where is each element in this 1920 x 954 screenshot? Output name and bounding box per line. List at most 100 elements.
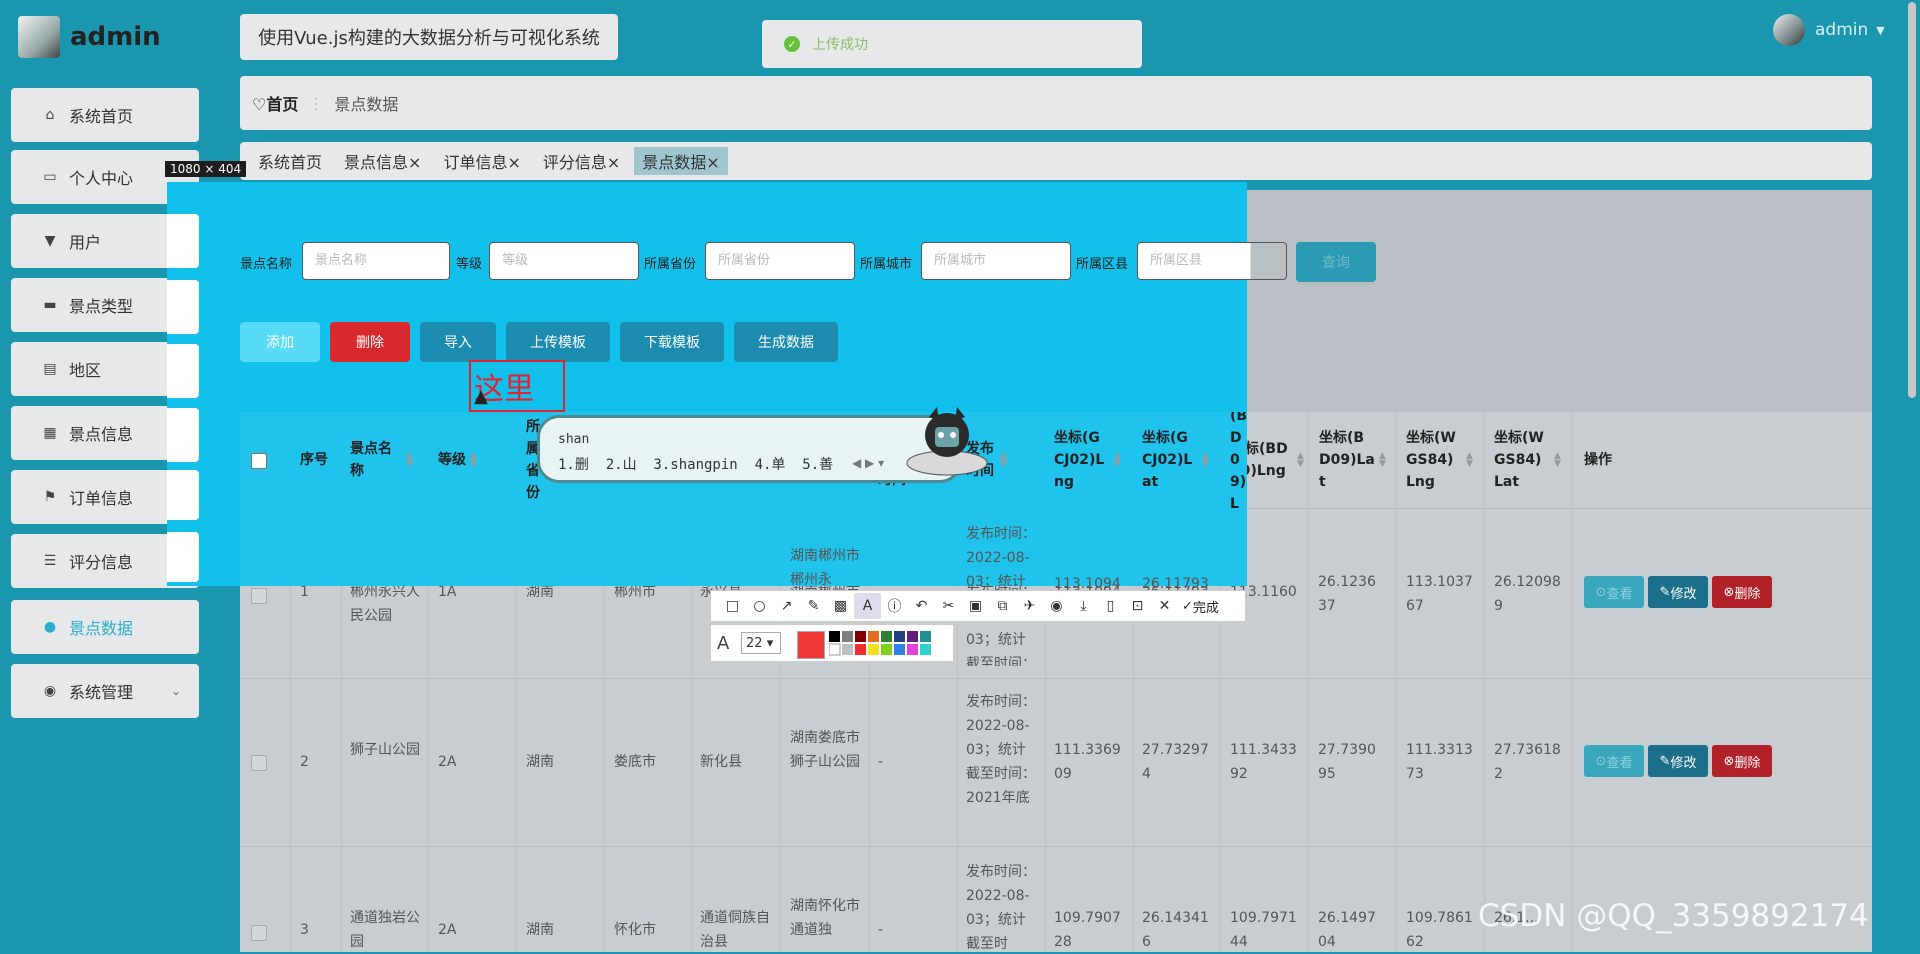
cell-wgs-lng: 113.103767 xyxy=(1406,574,1473,614)
row-checkbox[interactable] xyxy=(251,588,267,604)
cell-name: 郴州永兴人民公园 xyxy=(350,584,420,624)
delete-row-button[interactable]: ⊗ 删除 xyxy=(1712,745,1772,777)
delete-button[interactable]: 删除 xyxy=(330,322,410,362)
current-color-swatch[interactable] xyxy=(797,631,825,659)
text-tool-icon[interactable]: A xyxy=(854,593,881,619)
app-title: 使用Vue.js构建的大数据分析与可视化系统 xyxy=(240,14,618,60)
user-menu[interactable]: admin ▼ xyxy=(1773,14,1885,46)
undo-icon[interactable]: ↶ xyxy=(908,593,935,619)
view-button[interactable]: ⊙ 查看 xyxy=(1584,576,1644,608)
header-gcj-lng-captured[interactable]: 坐标(GCJ02)Lng ▲ ▼ xyxy=(1054,412,1134,508)
view-icon: ⊙ xyxy=(1595,753,1607,769)
row-checkbox[interactable] xyxy=(251,755,267,771)
generate-data-button[interactable]: 生成数据 xyxy=(734,322,838,362)
download-template-button[interactable]: 下载模板 xyxy=(620,322,724,362)
search-city-input[interactable]: 所属城市 xyxy=(921,242,1071,280)
sort-icon[interactable]: ▲▼ xyxy=(1466,452,1473,469)
header-level[interactable]: 等级 ▲ ▼ xyxy=(438,412,518,508)
info-icon[interactable]: ⓘ xyxy=(881,593,908,619)
row-divider xyxy=(240,678,1872,679)
search-name-input[interactable]: 景点名称 xyxy=(302,242,450,280)
record-icon[interactable]: ◉ xyxy=(1043,593,1070,619)
ocr-icon[interactable]: ▣ xyxy=(962,593,989,619)
translate-icon[interactable]: ⧉ xyxy=(989,593,1016,619)
phone-icon[interactable]: ▯ xyxy=(1097,593,1124,619)
success-toast: ✓ 上传成功 xyxy=(762,20,1142,68)
edit-button[interactable]: ✎ 修改 xyxy=(1648,576,1708,608)
tab-ratings[interactable]: 评分信息× xyxy=(543,149,620,173)
sort-icon[interactable]: ▲▼ xyxy=(1202,452,1209,469)
document-icon: ▤ xyxy=(43,361,57,377)
tab-home[interactable]: 系统首页 xyxy=(258,149,322,173)
search-county-input[interactable]: 所属区县 xyxy=(1137,242,1287,280)
sort-icon[interactable]: ▲▼ xyxy=(1000,452,1007,469)
font-size-select[interactable]: 22 ▾ xyxy=(741,632,781,654)
pen-icon[interactable]: ✎ xyxy=(800,593,827,619)
edit-button[interactable]: ✎ 修改 xyxy=(1648,745,1708,777)
sort-icon[interactable]: ▲▼ xyxy=(1554,452,1561,469)
cell-bd-lng: 111.343392 xyxy=(1230,742,1297,782)
capture-size-label: 1080 × 404 xyxy=(165,161,247,177)
upload-template-button[interactable]: 上传模板 xyxy=(506,322,610,362)
mosaic-icon[interactable]: ▩ xyxy=(827,593,854,619)
sort-icon[interactable]: ▲▼ xyxy=(1379,452,1386,469)
sort-icon[interactable]: ▲▼ xyxy=(1297,452,1304,469)
cell-gcj-lng: 109.790728 xyxy=(1054,910,1121,950)
ime-candidates[interactable]: 1.删 2.山 3.shangpin 4.单 5.善 xyxy=(558,454,833,474)
header-gcj-lat-captured[interactable]: 坐标(GCJ02)Lat ▲ ▼ xyxy=(1142,412,1222,508)
header-bd-lat[interactable]: 坐标(BD09)Lat ▲ ▼ xyxy=(1319,412,1395,508)
pin-icon[interactable]: ✈ xyxy=(1016,593,1043,619)
heart-icon: ♡ xyxy=(252,95,267,114)
select-all-checkbox[interactable] xyxy=(251,453,267,469)
col-divider xyxy=(1484,412,1485,952)
cell-level: 2A xyxy=(438,754,457,770)
row-checkbox[interactable] xyxy=(251,925,267,941)
tab-orders[interactable]: 订单信息× xyxy=(443,149,520,173)
rectangle-icon[interactable]: □ xyxy=(719,593,746,619)
view-button[interactable]: ⊙ 查看 xyxy=(1584,745,1644,777)
cell-pubtime: 发布时间：2022-08-03；统计截至时 xyxy=(966,864,1036,952)
sort-icon[interactable]: ▲▼ xyxy=(406,452,413,469)
cell-city: 娄底市 xyxy=(614,754,656,770)
tab-spot-data[interactable]: 景点数据× xyxy=(634,147,728,175)
close-icon[interactable]: ✕ xyxy=(1151,593,1178,619)
cell-gcj-lat: 27.732974 xyxy=(1142,742,1209,782)
sidebar-item-system[interactable]: ◉ 系统管理 ⌄ xyxy=(11,664,199,718)
arrow-icon[interactable]: ↗ xyxy=(773,593,800,619)
color-palette[interactable] xyxy=(829,631,949,657)
delete-row-button[interactable]: ⊗ 删除 xyxy=(1712,576,1772,608)
query-button[interactable]: 查询 xyxy=(1296,242,1376,282)
profile-card-icon: ▭ xyxy=(43,169,57,185)
header-name[interactable]: 景点名称 ▲ ▼ xyxy=(350,412,430,508)
sort-icon[interactable]: ▲▼ xyxy=(1114,452,1121,469)
scrollbar-thumb[interactable] xyxy=(1908,2,1916,398)
done-button[interactable]: ✓ 完成 xyxy=(1182,597,1219,616)
cell-level: 2A xyxy=(438,922,457,938)
scissors-icon[interactable]: ✂ xyxy=(935,593,962,619)
label-province: 所属省份 xyxy=(644,257,697,272)
search-province-input[interactable]: 所属省份 xyxy=(705,242,855,280)
download-icon[interactable]: ⤓ xyxy=(1070,593,1097,619)
tab-spot-info[interactable]: 景点信息× xyxy=(344,149,421,173)
sidebar-item-spot-data[interactable]: ● 景点数据 xyxy=(11,600,199,654)
scrollbar[interactable] xyxy=(1907,0,1917,952)
search-level-input[interactable]: 等级 xyxy=(489,242,639,280)
header-wgs-lng[interactable]: 坐标(WGS84)Lng ▲ ▼ xyxy=(1406,412,1482,508)
delete-icon: ⊗ xyxy=(1723,584,1735,600)
cell-gcj-lng: 111.336909 xyxy=(1054,742,1121,782)
sidebar-item-home[interactable]: ⌂ 系统首页 xyxy=(11,88,199,142)
breadcrumb-home[interactable]: ♡首页 xyxy=(252,91,298,115)
sort-icon[interactable]: ▲▼ xyxy=(470,452,477,469)
cell-bd-lng: 109.797144 xyxy=(1230,910,1297,950)
ime-page-arrows-icon[interactable]: ◀ ▶ ▾ xyxy=(852,456,884,470)
sidebar-item-peek xyxy=(167,408,199,462)
grid-icon: ▦ xyxy=(43,425,57,441)
header-wgs-lat[interactable]: 坐标(WGS84)Lat ▲ ▼ xyxy=(1494,412,1570,508)
import-button[interactable]: 导入 xyxy=(420,322,496,362)
add-button[interactable]: 添加 xyxy=(240,322,320,362)
ellipse-icon[interactable]: ○ xyxy=(746,593,773,619)
cell-bd-lat: 27.739095 xyxy=(1318,742,1376,782)
screenshot-toolbar: □ ○ ↗ ✎ ▩ A ⓘ ↶ ✂ ▣ ⧉ ✈ ◉ ⤓ ▯ ⊡ ✕ ✓ 完成 xyxy=(710,590,1246,622)
row-divider xyxy=(240,846,1872,847)
bookmark-icon[interactable]: ⊡ xyxy=(1124,593,1151,619)
